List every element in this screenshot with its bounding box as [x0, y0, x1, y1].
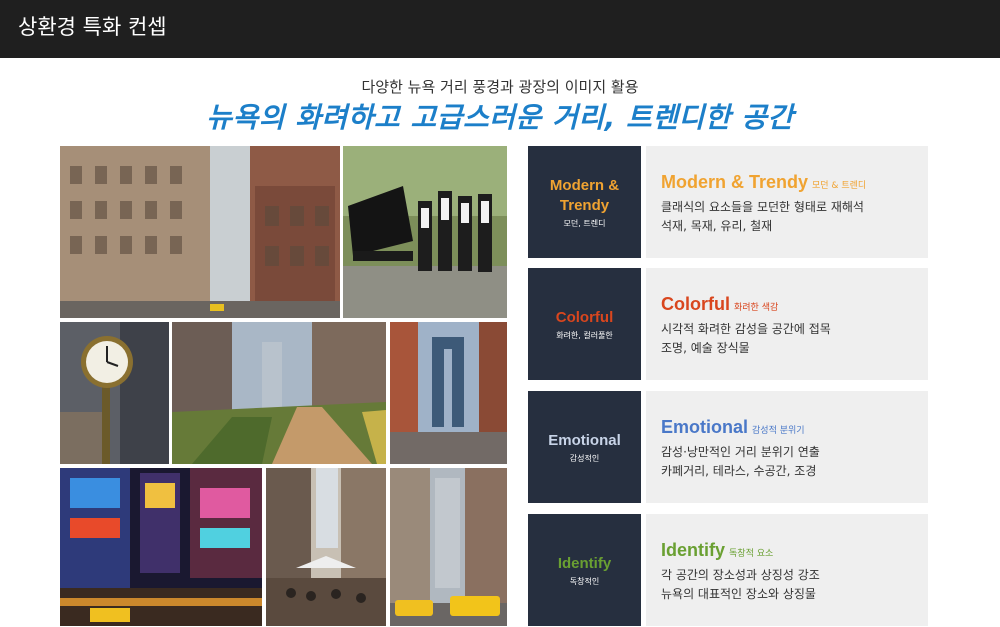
concept-title: Identify: [661, 540, 726, 560]
concept-key-box: Modern & Trendy 모던, 트렌디: [528, 146, 641, 258]
concept-key-box: Identify 독창적인: [528, 514, 641, 626]
concept-desc-box: Emotional 감성적 분위기 감성·낭만적인 거리 분위기 연출카페거리, …: [646, 391, 928, 503]
concept-row-emotional: Emotional 감성적인 Emotional 감성적 분위기 감성·낭만적인 …: [528, 391, 928, 503]
concept-line2: 조명, 예술 장식물: [661, 341, 750, 355]
photo-yellow-taxi-street: [390, 468, 507, 626]
concept-title-sub: 독창적 요소: [729, 549, 774, 559]
photo-manhattan-bridge: [390, 322, 507, 464]
concept-line1: 시각적 화려한 감성을 공간에 접목: [661, 322, 831, 336]
concept-title-sub: 화려한 색감: [734, 303, 779, 313]
concept-key: Emotional: [548, 431, 621, 449]
photo-times-square-night: [60, 468, 262, 626]
photo-street-clock: [60, 322, 169, 464]
headline: 뉴욕의 화려하고 고급스러운 거리, 트렌디한 공간: [206, 101, 794, 134]
concept-title: Modern & Trendy: [661, 172, 809, 192]
photo-cafe-street: [266, 468, 386, 626]
concept-line1: 감성·낭만적인 거리 분위기 연출: [661, 445, 820, 459]
concept-title-sub: 모던 & 트렌디: [812, 181, 867, 191]
concept-key-box: Emotional 감성적인: [528, 391, 641, 503]
concept-desc-box: Colorful 화려한 색감 시각적 화려한 감성을 공간에 접목조명, 예술 …: [646, 268, 928, 380]
subtitle: 다양한 뉴욕 거리 풍경과 광장의 이미지 활용: [361, 78, 639, 96]
concept-key-sub: 독창적인: [569, 576, 600, 586]
concept-row-modern-trendy: Modern & Trendy 모던, 트렌디 Modern & Trendy 모…: [528, 146, 928, 258]
concept-row-colorful: Colorful 화려한, 컬러풀한 Colorful 화려한 색감 시각적 화려…: [528, 268, 928, 380]
concept-key: Modern & Trendy: [549, 176, 620, 214]
concept-title-sub: 감성적 분위기: [752, 426, 805, 436]
concept-key-box: Colorful 화려한, 컬러풀한: [528, 268, 641, 380]
concept-key-sub: 화려한, 컬러풀한: [556, 330, 613, 340]
photo-street-band-piano: [343, 146, 507, 318]
concept-key-sub: 감성적인: [569, 453, 600, 463]
concept-key: Identify: [557, 554, 612, 572]
concept-line2: 뉴욕의 대표적인 장소와 상징물: [661, 587, 816, 601]
concept-title: Emotional: [661, 417, 749, 437]
concept-line2: 카페거리, 테라스, 수공간, 조경: [661, 464, 817, 478]
page-title: 상환경 특화 컨셉: [18, 15, 167, 39]
concept-row-identify: Identify 독창적인 Identify 독창적 요소 각 공간의 장소성과 …: [528, 514, 928, 626]
concept-title: Colorful: [661, 294, 730, 314]
concept-line1: 클래식의 요소들을 모던한 형태로 재해석: [661, 200, 864, 214]
photo-high-line-park: [172, 322, 386, 464]
concept-desc-box: Identify 독창적 요소 각 공간의 장소성과 상징성 강조뉴욕의 대표적인…: [646, 514, 928, 626]
concept-key: Colorful: [555, 308, 614, 326]
concept-line2: 석재, 목재, 유리, 철재: [661, 219, 773, 233]
header-bar: 상환경 특화 컨셉: [0, 0, 1000, 58]
concept-desc-box: Modern & Trendy 모던 & 트렌디 클래식의 요소들을 모던한 형태…: [646, 146, 928, 258]
concept-line1: 각 공간의 장소성과 상징성 강조: [661, 568, 820, 582]
concept-key-sub: 모던, 트렌디: [563, 218, 606, 228]
photo-wall-street-buildings: [60, 146, 340, 318]
